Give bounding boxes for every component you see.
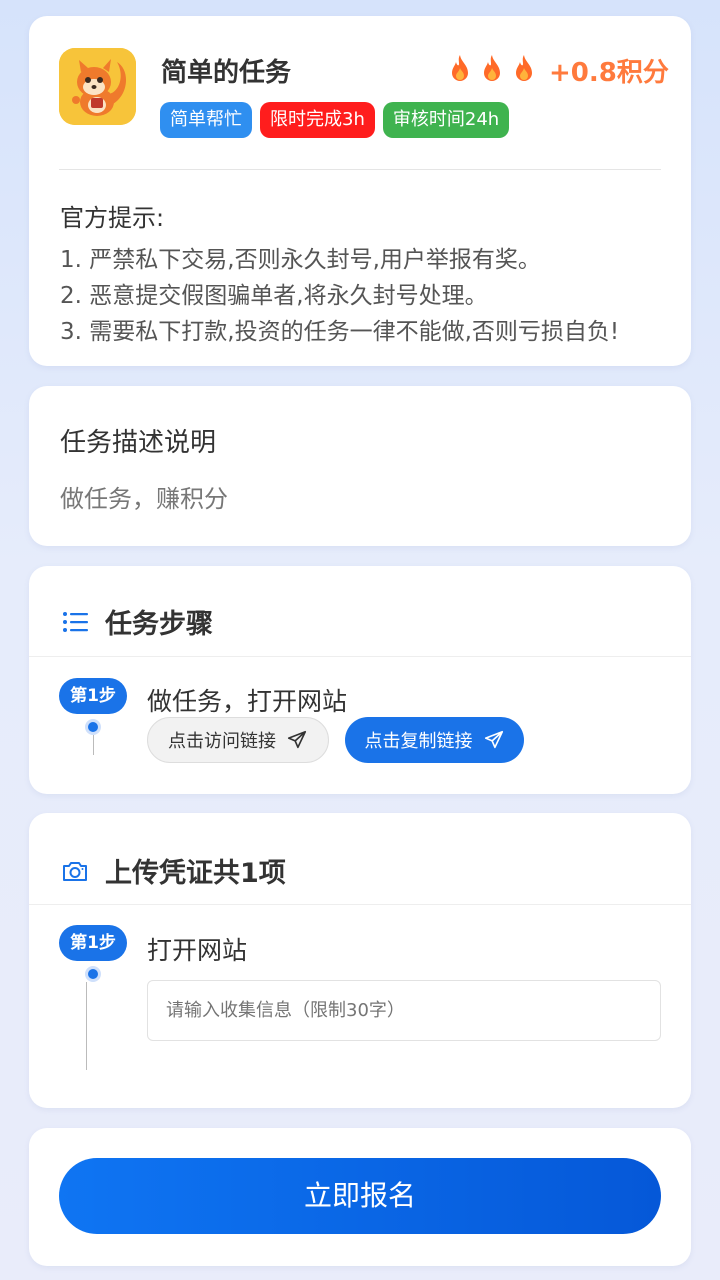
step-dot (85, 719, 101, 735)
step-badge: 第1步 (59, 678, 127, 714)
divider (29, 904, 691, 905)
tag-category: 简单帮忙 (160, 102, 252, 138)
fire-icon (516, 55, 532, 81)
tip-line: 3. 需要私下打款,投资的任务一律不能做,否则亏损自负! (60, 319, 620, 345)
submit-card: 立即报名 (29, 1128, 691, 1266)
description-card: 任务描述说明 做任务，赚积分 (29, 386, 691, 546)
step-title: 打开网站 (147, 936, 248, 965)
tag-review-time: 审核时间24h (382, 102, 510, 138)
task-tags: 简单帮忙 限时完成3h 审核时间24h (160, 102, 510, 138)
app-logo (59, 48, 136, 125)
task-info-card: 简单的任务 +0.8积分 简单帮忙 限时完成3h 审核时间24h 官方提示: 1… (29, 16, 691, 366)
squirrel-logo-icon (59, 48, 136, 125)
copy-link-label: 点击复制链接 (364, 731, 473, 752)
list-icon (63, 611, 88, 632)
fire-icon (452, 55, 468, 81)
tips-title: 官方提示: (60, 204, 165, 232)
step-badge: 第1步 (59, 925, 127, 961)
copy-link-button[interactable]: 点击复制链接 (345, 717, 524, 763)
send-icon (484, 730, 503, 749)
upload-card: 上传凭证共1项 第1步 打开网站 (29, 813, 691, 1108)
tip-line: 2. 恶意提交假图骗单者,将永久封号处理。 (60, 283, 488, 309)
divider (59, 169, 661, 170)
description-text: 做任务，赚积分 (60, 485, 228, 513)
divider (29, 656, 691, 657)
camera-icon (63, 861, 87, 881)
visit-link-label: 点击访问链接 (168, 731, 276, 752)
tip-line: 1. 严禁私下交易,否则永久封号,用户举报有奖。 (60, 247, 541, 273)
upload-header: 上传凭证共1项 (61, 851, 286, 890)
task-title: 简单的任务 (161, 58, 292, 88)
step-dot (85, 966, 101, 982)
tips-list: 1. 严禁私下交易,否则永久封号,用户举报有奖。 2. 恶意提交假图骗单者,将永… (60, 242, 619, 350)
steps-header: 任务步骤 (61, 602, 213, 641)
send-icon (287, 730, 307, 749)
hot-indicator (448, 54, 536, 84)
fire-icon (484, 55, 500, 81)
tag-time-limit: 限时完成3h (260, 102, 375, 138)
reward-points: +0.8积分 (549, 58, 669, 88)
steps-title: 任务步骤 (105, 609, 213, 640)
step-title: 做任务，打开网站 (147, 687, 348, 716)
collect-info-input[interactable] (147, 980, 661, 1041)
step-line (86, 982, 87, 1070)
signup-button[interactable]: 立即报名 (59, 1158, 661, 1234)
visit-link-button[interactable]: 点击访问链接 (147, 717, 329, 763)
description-title: 任务描述说明 (60, 428, 217, 458)
steps-card: 任务步骤 第1步 做任务，打开网站 点击访问链接 点击复制链接 (29, 566, 691, 794)
upload-title: 上传凭证共1项 (105, 858, 286, 889)
step-line (93, 735, 94, 755)
